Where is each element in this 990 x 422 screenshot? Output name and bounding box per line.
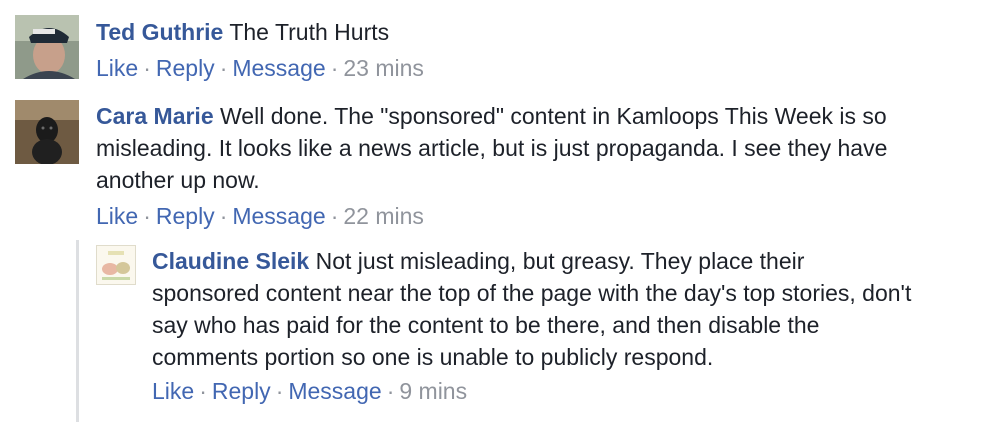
comment-actions: Like · Reply · Message · 23 mins — [96, 52, 424, 84]
like-link[interactable]: Like — [152, 378, 194, 404]
avatar[interactable] — [15, 100, 79, 164]
separator-dot: · — [143, 55, 151, 81]
comment-body: Cara Marie Well done. The "sponsored" co… — [96, 100, 966, 196]
comment-actions: Like · Reply · Message · 22 mins — [96, 200, 424, 232]
comment-text: The Truth Hurts — [229, 19, 390, 45]
reply-link[interactable]: Reply — [212, 378, 271, 404]
separator-dot: · — [199, 378, 207, 404]
reply-claudine-sleik: Claudine Sleik Not just misleading, but … — [0, 240, 990, 422]
author-name[interactable]: Cara Marie — [96, 103, 214, 129]
comment-body: Claudine Sleik Not just misleading, but … — [152, 245, 912, 373]
comment-ted-guthrie: Ted Guthrie The Truth Hurts Like · Reply · M… — [0, 0, 990, 90]
separator-dot: · — [275, 378, 284, 404]
avatar[interactable] — [15, 15, 79, 79]
message-link[interactable]: Message — [232, 203, 325, 229]
comment-actions: Like · Reply · Message · 9 mins — [152, 375, 467, 407]
timestamp[interactable]: 22 mins — [343, 203, 424, 229]
like-link[interactable]: Like — [96, 203, 138, 229]
dog-avatar-icon — [15, 100, 79, 164]
author-name[interactable]: Claudine Sleik — [152, 248, 309, 274]
author-name[interactable]: Ted Guthrie — [96, 19, 223, 45]
comment-cara-marie: Cara Marie Well done. The "sponsored" co… — [0, 90, 990, 235]
reply-link[interactable]: Reply — [156, 203, 215, 229]
separator-dot: · — [386, 378, 395, 404]
message-link[interactable]: Message — [288, 378, 381, 404]
like-link[interactable]: Like — [96, 55, 138, 81]
timestamp[interactable]: 23 mins — [343, 55, 424, 81]
timestamp[interactable]: 9 mins — [399, 378, 467, 404]
separator-dot: · — [330, 55, 339, 81]
message-link[interactable]: Message — [232, 55, 325, 81]
separator-dot: · — [143, 203, 151, 229]
man-in-cap-avatar-icon — [15, 15, 79, 79]
avatar[interactable] — [96, 245, 136, 285]
reply-link[interactable]: Reply — [156, 55, 215, 81]
separator-dot: · — [219, 203, 228, 229]
separator-dot: · — [219, 55, 228, 81]
illustration-avatar-icon — [96, 245, 136, 285]
comment-text: Well done. The "sponsored" content in Ka… — [96, 103, 888, 193]
separator-dot: · — [330, 203, 339, 229]
comment-body: Ted Guthrie The Truth Hurts — [96, 16, 966, 48]
